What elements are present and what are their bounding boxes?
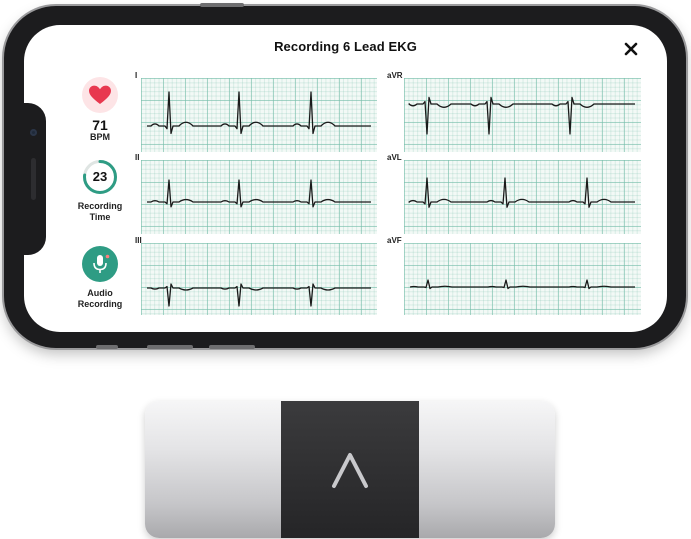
heart-rate-stat: 71 BPM [70, 77, 130, 143]
recording-time-stat: 23 Recording Time [70, 159, 130, 223]
ekg-trace-avr [408, 96, 635, 135]
ekg-waveform [408, 177, 635, 208]
phone-notch [24, 103, 46, 255]
ekg-waveform [147, 179, 371, 208]
app-screen: Recording 6 Lead EKG 71 BPM 23 Recording… [24, 25, 667, 332]
speaker-grille [31, 158, 36, 200]
ekg-waveform [147, 283, 371, 307]
recording-time-label-2: Time [89, 212, 111, 222]
phone-frame: Recording 6 Lead EKG 71 BPM 23 Recording… [4, 3, 686, 349]
ekg-trace-i [147, 91, 371, 135]
heart-icon [89, 85, 111, 104]
microphone-icon [93, 254, 110, 273]
device-sensor-pad [281, 401, 419, 538]
audio-recording-label: Audio [87, 288, 113, 298]
recording-time-label: Recording [77, 201, 123, 211]
ekg-trace-iii [147, 283, 371, 307]
page-title: Recording 6 Lead EKG [274, 39, 417, 54]
lead-label-avf: aVF [387, 236, 402, 245]
audio-recording-button[interactable] [82, 246, 118, 282]
recording-time-value: 23 [92, 169, 108, 184]
lead-label-iii: III [135, 236, 142, 245]
volume-button [147, 345, 193, 349]
ekg-waveform [409, 279, 635, 290]
audio-recording-stat: Audio Recording [70, 246, 130, 310]
heart-badge [82, 77, 118, 113]
ekg-lead-avr [404, 78, 641, 152]
ekg-waveform [408, 96, 635, 135]
ekg-trace-ii [147, 179, 371, 208]
lead-label-i: I [135, 71, 138, 80]
lead-label-avr: aVR [387, 71, 403, 80]
volume-button [209, 345, 255, 349]
ekg-trace-avl [408, 177, 635, 208]
power-button [200, 3, 244, 7]
audio-recording-label-2: Recording [77, 299, 123, 309]
volume-button [96, 345, 118, 349]
lead-label-ii: II [135, 153, 140, 162]
heart-rate-unit: BPM [90, 132, 110, 142]
ekg-lead-ii [141, 160, 377, 234]
ekg-waveform [147, 91, 371, 135]
ekg-device [145, 401, 555, 538]
camera-icon [30, 129, 37, 136]
alivecor-chevron-logo-icon [332, 453, 368, 488]
lead-label-avl: aVL [387, 153, 402, 162]
ekg-lead-avl [404, 160, 641, 234]
recording-time-ring: 23 [82, 159, 118, 195]
close-icon[interactable] [624, 42, 638, 56]
heart-rate-value: 71 [92, 117, 108, 133]
ekg-lead-i [141, 78, 377, 152]
ekg-lead-avf [404, 243, 641, 315]
ekg-trace-avf [409, 279, 635, 290]
ekg-lead-iii [141, 243, 377, 315]
